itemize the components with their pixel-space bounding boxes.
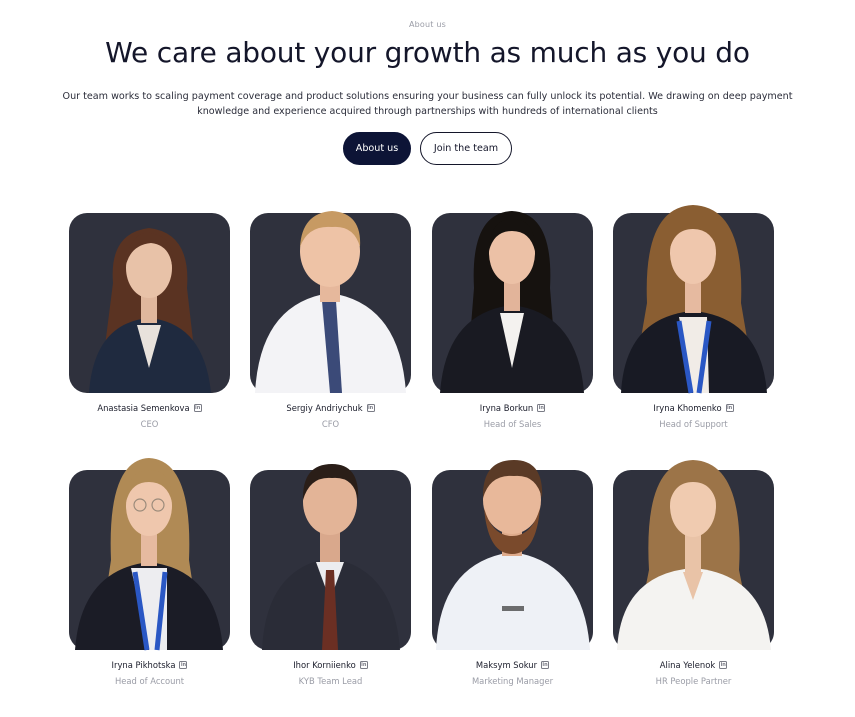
- team-photo: [432, 460, 593, 650]
- cta-buttons: About us Join the team: [0, 132, 855, 165]
- team-card: Iryna Khomenko in Head of Support: [613, 205, 774, 429]
- member-name: Alina Yelenok: [659, 660, 716, 670]
- team-card: Ihor Korniienko in KYB Team Lead: [250, 464, 411, 686]
- linkedin-icon[interactable]: in: [541, 661, 550, 669]
- page-title: We care about your growth as much as you…: [105, 36, 750, 69]
- page-subtitle: Our team works to scaling payment covera…: [62, 91, 793, 117]
- member-role: CFO: [321, 419, 340, 429]
- linkedin-icon[interactable]: in: [719, 661, 728, 669]
- member-role: Marketing Manager: [471, 676, 554, 686]
- team-photo: [250, 211, 411, 393]
- team-photo: [250, 464, 411, 650]
- team-photo: [69, 213, 230, 393]
- member-name: Anastasia Semenkova: [97, 403, 190, 413]
- member-name: Iryna Khomenko: [653, 403, 722, 413]
- eyebrow-label: About us: [408, 20, 447, 29]
- linkedin-icon[interactable]: in: [537, 404, 546, 412]
- member-role: Head of Account: [114, 676, 185, 686]
- team-card: Anastasia Semenkova in CEO: [69, 213, 230, 429]
- member-role: CEO: [140, 419, 159, 429]
- about-us-button[interactable]: About us: [343, 132, 411, 165]
- member-name: Iryna Pikhotska: [111, 660, 176, 670]
- linkedin-icon[interactable]: in: [193, 404, 202, 412]
- member-role: KYB Team Lead: [298, 676, 363, 686]
- team-card: Alina Yelenok in HR People Partner: [613, 460, 774, 686]
- team-card: Iryna Pikhotska in Head of Account: [69, 458, 230, 686]
- linkedin-icon[interactable]: in: [366, 404, 375, 412]
- linkedin-icon[interactable]: in: [179, 661, 188, 669]
- member-name: Iryna Borkun: [479, 403, 534, 413]
- member-role: HR People Partner: [655, 676, 732, 686]
- member-name: Sergiy Andriychuk: [286, 403, 363, 413]
- team-photo: [613, 460, 774, 650]
- join-team-button[interactable]: Join the team: [420, 132, 512, 165]
- member-name: Maksym Sokur: [475, 660, 538, 670]
- team-photo: [69, 458, 230, 651]
- linkedin-icon[interactable]: in: [725, 404, 734, 412]
- member-role: Head of Sales: [483, 419, 542, 429]
- member-role: Head of Support: [659, 419, 728, 429]
- team-card: Maksym Sokur in Marketing Manager: [432, 460, 593, 686]
- team-photo: [432, 211, 593, 393]
- linkedin-icon[interactable]: in: [359, 661, 368, 669]
- team-photo: [613, 205, 774, 394]
- team-card: Iryna Borkun in Head of Sales: [432, 211, 593, 429]
- member-name: Ihor Korniienko: [293, 660, 356, 670]
- team-card: Sergiy Andriychuk in CFO: [250, 211, 411, 429]
